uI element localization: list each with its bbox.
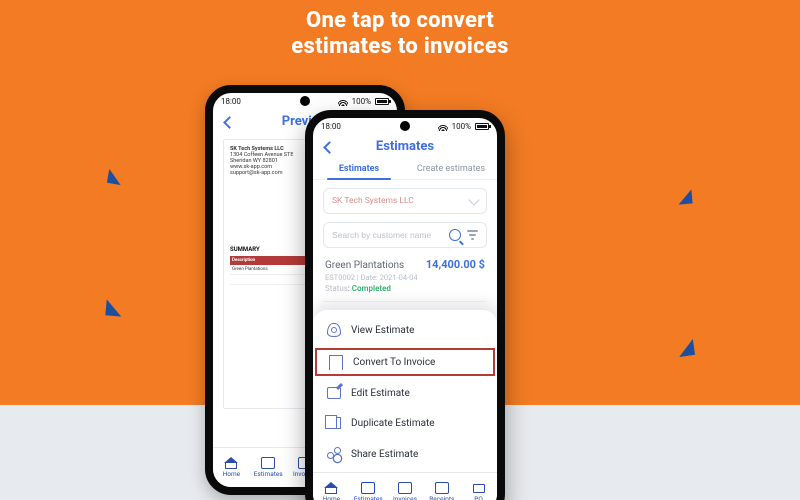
nav-label: Invoices [393,495,417,500]
bookmark-icon [329,355,343,369]
phone-notch [400,121,410,131]
status-time: 18:00 [321,122,341,131]
nav-label: Home [323,495,341,500]
decoration-triangle [105,299,122,316]
eye-icon [327,323,341,337]
nav-receipts[interactable]: Receipts [423,473,460,500]
estimates-title: Estimates [376,139,434,154]
nav-estimates[interactable]: Estimates [250,448,287,487]
nav-home[interactable]: Home [213,448,250,487]
banner-text: One tap to convert estimates to invoices [0,8,800,61]
search-input[interactable] [332,230,443,240]
search-bar [323,222,487,248]
nav-invoices[interactable]: Invoices [387,473,424,500]
nav-home[interactable]: Home [313,473,350,500]
back-icon[interactable] [223,115,237,129]
tab-label: Estimates [339,164,379,174]
tab-label: Create estimates [417,164,485,174]
row-meta: EST0002 | Date: 2021-04-04 [325,273,485,282]
chevron-down-icon [468,194,479,205]
nav-label: Estimates [254,470,283,478]
home-icon [224,457,238,469]
phone-estimates: 18:00 100% Estimates Estimates Create es… [305,110,505,500]
decoration-triangle [677,189,692,204]
row-customer-name: Green Plantations [325,260,404,271]
row-status: Status: Completed [325,284,485,293]
dropdown-value: SK Tech Systems LLC [332,196,414,206]
nav-label: Home [223,470,241,478]
search-icon[interactable] [449,229,461,241]
action-label: Convert To Invoice [353,357,435,368]
nav-label: PO [474,495,483,500]
action-label: Edit Estimate [351,388,410,399]
estimates-icon [261,457,275,469]
action-share-estimate[interactable]: Share Estimate [313,438,497,470]
bottom-nav: Home Estimates Invoices Receipts PO [313,472,497,500]
estimate-action-sheet: View Estimate Convert To Invoice Edit Es… [313,310,497,472]
estimates-topbar: Estimates [313,133,497,158]
action-label: View Estimate [351,325,414,336]
status-battery-text: 100% [352,97,371,106]
promo-stage: One tap to convert estimates to invoices… [0,0,800,500]
back-icon[interactable] [323,140,337,154]
wifi-icon [338,98,348,106]
row-status-key: Status [325,284,348,293]
nav-label: Estimates [354,495,383,500]
estimates-tabs: Estimates Create estimates [313,158,497,180]
estimates-icon [361,482,375,494]
share-icon [327,447,341,461]
action-label: Duplicate Estimate [351,418,435,429]
banner-line-1: One tap to convert [0,8,800,34]
tab-estimates[interactable]: Estimates [313,158,405,179]
cart-icon [472,482,486,494]
row-amount: 14,400.00 $ [426,258,485,271]
action-label: Share Estimate [351,449,418,460]
filter-icon[interactable] [467,230,478,240]
decoration-triangle [677,339,695,357]
duplicate-icon [327,417,341,429]
company-dropdown[interactable]: SK Tech Systems LLC [323,188,487,214]
row-status-value: Completed [352,284,391,293]
receipts-icon [435,482,449,494]
action-duplicate-estimate[interactable]: Duplicate Estimate [313,408,497,438]
estimate-row[interactable]: Green Plantations 14,400.00 $ EST0002 | … [323,248,487,302]
invoices-icon [398,482,412,494]
status-battery-text: 100% [452,122,471,131]
action-edit-estimate[interactable]: Edit Estimate [313,378,497,408]
battery-icon [475,123,489,130]
nav-po[interactable]: PO [460,473,497,500]
tab-create-estimates[interactable]: Create estimates [405,158,497,179]
decoration-triangle [107,169,123,185]
wifi-icon [438,123,448,131]
action-convert-to-invoice[interactable]: Convert To Invoice [313,346,497,378]
home-icon [324,482,338,494]
action-view-estimate[interactable]: View Estimate [313,314,497,346]
nav-label: Receipts [429,495,454,500]
phone-notch [300,96,310,106]
battery-icon [375,98,389,105]
banner-line-2: estimates to invoices [0,34,800,60]
nav-estimates[interactable]: Estimates [350,473,387,500]
edit-icon [327,387,341,399]
status-time: 18:00 [221,97,241,106]
